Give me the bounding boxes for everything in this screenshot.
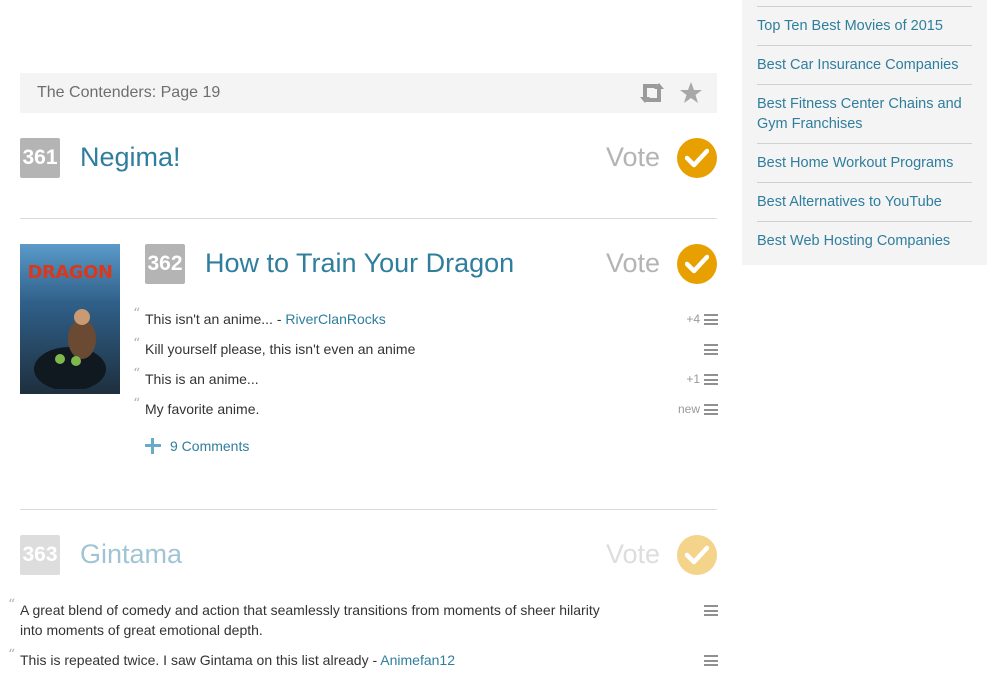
vote-check-icon[interactable] [677, 535, 717, 575]
contenders-header: The Contenders: Page 19 [20, 73, 717, 113]
movie-poster-thumbnail[interactable]: DRAGON [20, 244, 120, 394]
sidebar-link-car-insurance[interactable]: Best Car Insurance Companies [757, 55, 972, 75]
sidebar: Top Ten Best Movies of 2015 Best Car Ins… [742, 0, 987, 265]
comment-text: into moments of great emotional depth. [20, 622, 263, 638]
sidebar-divider [757, 6, 972, 7]
quote-icon: “ [133, 396, 141, 412]
more-comments-link[interactable]: 9 Comments [170, 438, 249, 454]
plus-icon[interactable] [145, 438, 161, 454]
vote-label[interactable]: Vote [606, 142, 660, 173]
comment-menu-icon[interactable] [704, 404, 718, 415]
comment-text: This is repeated twice. I saw Gintama on… [20, 652, 455, 668]
sidebar-link-top-movies[interactable]: Top Ten Best Movies of 2015 [757, 16, 972, 36]
comment-text: A great blend of comedy and action that … [20, 602, 600, 618]
quote-icon: “ [133, 336, 141, 352]
sidebar-link-home-workout[interactable]: Best Home Workout Programs [757, 153, 972, 173]
item-divider [20, 509, 717, 510]
rank-badge: 361 [20, 138, 60, 178]
item-title-gintama[interactable]: Gintama [80, 539, 182, 570]
page-title: The Contenders: Page 19 [37, 84, 221, 101]
vote-check-icon[interactable] [677, 244, 717, 284]
vote-check-icon[interactable] [677, 138, 717, 178]
comment-body: This is repeated twice. I saw Gintama on… [20, 652, 381, 668]
item-title-how-to-train-your-dragon[interactable]: How to Train Your Dragon [205, 248, 514, 279]
rank-badge: 362 [145, 244, 185, 284]
comment-menu-icon[interactable] [704, 314, 718, 325]
sidebar-link-youtube-alternatives[interactable]: Best Alternatives to YouTube [757, 192, 972, 212]
sidebar-divider [757, 84, 972, 85]
comment-text: My favorite anime. [145, 401, 260, 417]
sidebar-divider [757, 143, 972, 144]
comment-body: This isn't an anime... - [145, 311, 286, 327]
sidebar-link-fitness-centers[interactable]: Best Fitness Center Chains and Gym Franc… [757, 94, 972, 134]
comment-score: +1 [686, 372, 700, 386]
comment-text: This is an anime... [145, 371, 259, 387]
retweet-icon[interactable] [638, 81, 664, 105]
comment-text: Kill yourself please, this isn't even an… [145, 341, 416, 357]
quote-icon: “ [133, 306, 141, 322]
rank-badge: 363 [20, 535, 60, 575]
sidebar-divider [757, 221, 972, 222]
comment-score: +4 [686, 312, 700, 326]
vote-label[interactable]: Vote [606, 539, 660, 570]
comment-menu-icon[interactable] [704, 344, 718, 355]
comment-author[interactable]: RiverClanRocks [285, 311, 385, 327]
quote-icon: “ [8, 647, 16, 663]
sidebar-link-web-hosting[interactable]: Best Web Hosting Companies [757, 231, 972, 251]
comment-menu-icon[interactable] [704, 374, 718, 385]
vote-label[interactable]: Vote [606, 248, 660, 279]
sidebar-divider [757, 182, 972, 183]
comment-menu-icon[interactable] [704, 605, 718, 616]
item-title-negima[interactable]: Negima! [80, 142, 181, 173]
item-divider [20, 218, 717, 219]
star-icon[interactable] [679, 81, 705, 105]
comment-text: This isn't an anime... - RiverClanRocks [145, 311, 386, 327]
quote-icon: “ [133, 366, 141, 382]
comment-score: new [677, 402, 700, 416]
quote-icon: “ [8, 597, 16, 613]
comment-menu-icon[interactable] [704, 655, 718, 666]
sidebar-divider [757, 45, 972, 46]
comment-author[interactable]: Animefan12 [380, 652, 455, 668]
poster-title-text: DRAGON [27, 262, 113, 283]
